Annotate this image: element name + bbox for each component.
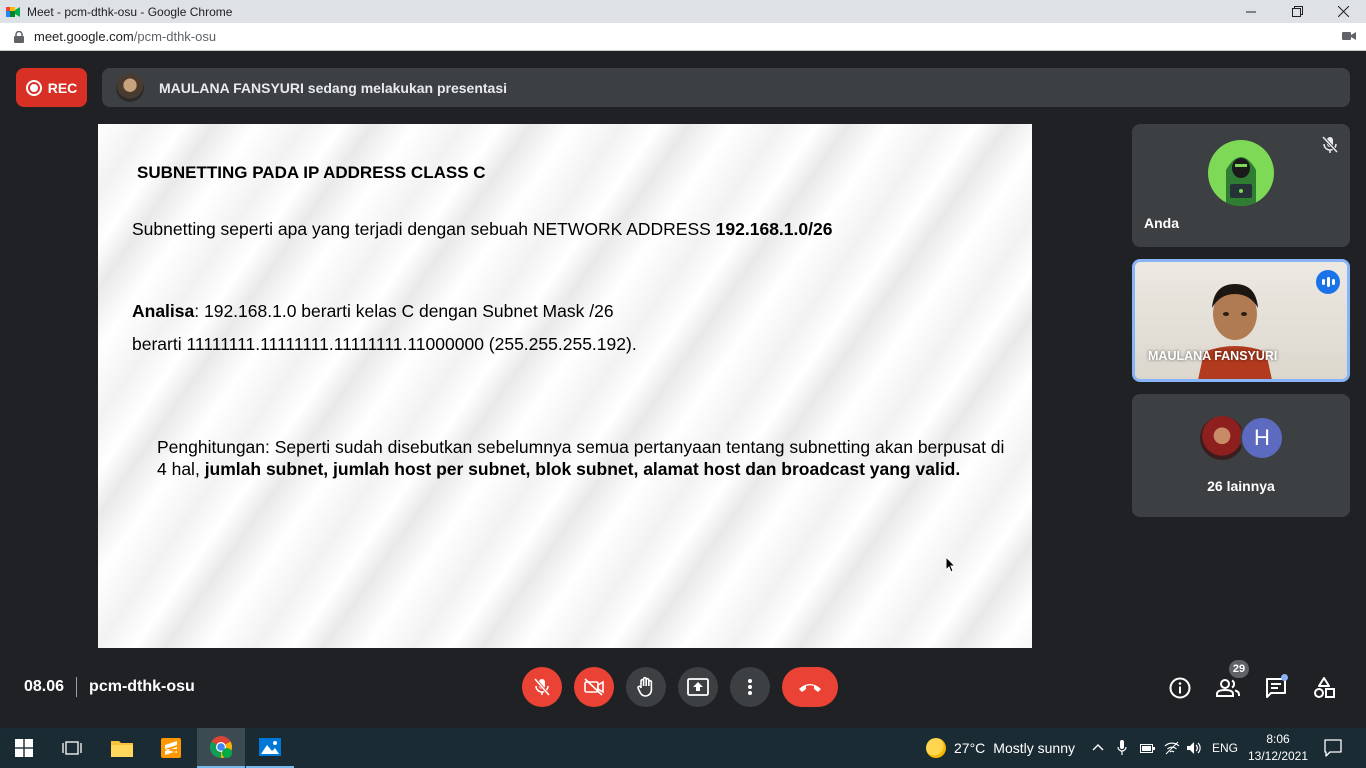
rec-label: REC xyxy=(47,79,78,96)
close-icon xyxy=(1337,6,1349,17)
self-avatar xyxy=(1208,140,1274,206)
present-now-button[interactable] xyxy=(678,667,718,707)
url-host: meet.google.com xyxy=(34,29,134,44)
restore-icon xyxy=(1291,6,1303,17)
google-meet-favicon-icon xyxy=(6,6,20,17)
more-options-button[interactable] xyxy=(730,667,770,707)
presenter-avatar xyxy=(116,73,144,102)
presenter-tile[interactable]: MAULANA FANSYURI xyxy=(1132,259,1350,382)
meeting-time: 08.06 xyxy=(24,678,65,695)
weather-description: Mostly sunny xyxy=(993,740,1075,756)
recording-badge: REC xyxy=(16,68,87,107)
sublime-text-icon xyxy=(161,738,181,758)
slide-line-analisa: Analisa: 192.168.1.0 berarti kelas C den… xyxy=(132,301,614,322)
weather-temperature: 27°C xyxy=(954,740,986,756)
meeting-details-button[interactable] xyxy=(1167,675,1193,701)
slide-analisa-text: : 192.168.1.0 berarti kelas C dengan Sub… xyxy=(194,301,614,321)
clock-time: 8:06 xyxy=(1266,732,1290,746)
presentation-slide: SUBNETTING PADA IP ADDRESS CLASS C Subne… xyxy=(98,124,1032,648)
address-bar[interactable]: meet.google.com/pcm-dthk-osu xyxy=(0,23,1366,51)
presentation-banner: MAULANA FANSYURI sedang melakukan presen… xyxy=(102,68,1350,107)
mic-off-icon xyxy=(1322,136,1338,154)
slide-line-binary-mask: berarti 11111111.11111111.11111111.11000… xyxy=(132,334,637,354)
participants-count-badge: 29 xyxy=(1229,660,1249,678)
lock-icon xyxy=(14,30,24,43)
toggle-mic-button[interactable] xyxy=(522,667,562,707)
chrome-icon xyxy=(210,736,232,758)
slide-line-network-text: Subnetting seperti apa yang terjadi deng… xyxy=(132,219,716,239)
divider xyxy=(76,677,78,697)
photos-taskbar[interactable] xyxy=(246,728,294,768)
activities-shapes-icon xyxy=(1314,677,1335,698)
system-clock[interactable]: 8:06 13/12/2021 xyxy=(1246,731,1310,765)
self-tile[interactable]: Anda xyxy=(1132,124,1350,247)
slide-paragraph-penghitungan: Penghitungan: Seperti sudah disebutkan s… xyxy=(157,436,1007,480)
chevron-up-icon[interactable] xyxy=(1092,743,1104,751)
microphone-icon[interactable] xyxy=(1117,740,1127,756)
clock-date: 13/12/2021 xyxy=(1247,749,1309,763)
meeting-info: 08.06 pcm-dthk-osu xyxy=(24,677,195,697)
slide-para-bold: jumlah subnet, jumlah host per subnet, b… xyxy=(204,459,961,479)
camera-off-icon xyxy=(584,678,604,696)
toggle-camera-button[interactable] xyxy=(574,667,614,707)
mouse-pointer-icon xyxy=(946,557,957,573)
self-name: Anda xyxy=(1144,215,1179,231)
participants-button[interactable] xyxy=(1215,675,1241,701)
hacker-avatar-icon xyxy=(1226,157,1256,206)
input-language[interactable]: ENG xyxy=(1212,741,1238,755)
camera-in-use-icon[interactable] xyxy=(1342,31,1356,41)
slide-analisa-label: Analisa xyxy=(132,301,195,321)
sun-icon xyxy=(926,738,946,758)
windows-logo-icon xyxy=(15,739,33,757)
presenting-text: MAULANA FANSYURI sedang melakukan presen… xyxy=(159,79,508,96)
weather-widget[interactable]: 27°C Mostly sunny xyxy=(926,738,1075,758)
more-vert-icon xyxy=(748,679,752,695)
folder-icon xyxy=(111,741,133,757)
slide-title: SUBNETTING PADA IP ADDRESS CLASS C xyxy=(137,163,486,182)
speaking-indicator-icon xyxy=(1316,270,1340,294)
minimize-button[interactable] xyxy=(1228,0,1274,23)
participant-avatar xyxy=(1200,416,1244,460)
minimize-icon xyxy=(1246,11,1256,12)
info-icon xyxy=(1169,677,1191,699)
start-button[interactable] xyxy=(0,728,48,768)
close-window-button[interactable] xyxy=(1320,0,1366,23)
mic-off-icon xyxy=(533,678,551,696)
battery-icon[interactable] xyxy=(1140,742,1156,754)
other-participants-tile[interactable]: H 26 lainnya xyxy=(1132,394,1350,517)
file-explorer-taskbar[interactable] xyxy=(98,728,146,768)
meeting-code: pcm-dthk-osu xyxy=(89,678,195,695)
slide-line-network: Subnetting seperti apa yang terjadi deng… xyxy=(132,219,832,240)
photos-icon xyxy=(259,738,281,756)
slide-network-address: 192.168.1.0/26 xyxy=(715,219,833,239)
presenter-face-image xyxy=(1198,284,1272,379)
window-title: Meet - pcm-dthk-osu - Google Chrome xyxy=(27,4,233,19)
people-icon xyxy=(1216,679,1240,697)
url-path: /pcm-dthk-osu xyxy=(133,29,217,44)
participant-initial-avatar: H xyxy=(1240,416,1284,460)
sublime-text-taskbar[interactable] xyxy=(147,728,195,768)
leave-call-button[interactable] xyxy=(782,667,838,707)
browser-title-bar: Meet - pcm-dthk-osu - Google Chrome xyxy=(0,0,1366,23)
volume-icon[interactable] xyxy=(1186,741,1202,755)
wifi-icon[interactable] xyxy=(1164,741,1180,755)
presenter-name: MAULANA FANSYURI xyxy=(1148,349,1278,363)
chat-notification-dot xyxy=(1281,674,1288,681)
chrome-taskbar[interactable] xyxy=(197,728,245,768)
task-view-icon xyxy=(62,741,82,755)
others-count-label: 26 lainnya xyxy=(1207,478,1275,494)
task-view-button[interactable] xyxy=(48,728,96,768)
present-screen-icon xyxy=(687,678,709,696)
hang-up-icon xyxy=(799,684,821,692)
raise-hand-button[interactable] xyxy=(626,667,666,707)
restore-button[interactable] xyxy=(1274,0,1320,23)
notifications-icon[interactable] xyxy=(1324,739,1342,757)
activities-button[interactable] xyxy=(1311,675,1337,701)
url-text[interactable]: meet.google.com/pcm-dthk-osu xyxy=(34,29,216,44)
hand-icon xyxy=(637,676,653,697)
record-icon xyxy=(25,79,42,96)
